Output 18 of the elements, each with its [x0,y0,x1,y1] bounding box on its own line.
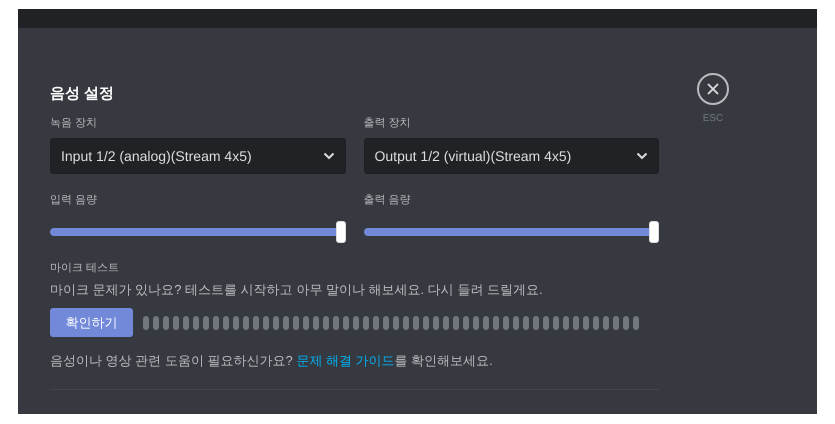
field-label: 녹음 장치 [50,116,98,130]
troubleshooting-link[interactable]: 문제 해결 가이드 [296,353,395,368]
device-dropdown[interactable]: Input 1/2 (analog)(Stream 4x5) [50,138,346,174]
chevron-down-icon [636,152,648,160]
field-label: 출력 장치 [364,116,412,130]
help-text: 음성이나 영상 관련 도움이 필요하신가요? 문제 해결 가이드를 확인해보세요. [50,352,494,370]
section-title: 음성 설정 [50,84,116,104]
esc-label: ESC [702,112,724,126]
slider-handle[interactable] [649,221,659,243]
chevron-down-icon [322,152,334,160]
slider-handle[interactable] [336,221,346,243]
close-button[interactable] [697,73,729,105]
field-label: 입력 음량 [50,193,98,207]
field-label: 마이크 테스트 [50,261,120,275]
field-label: 출력 음량 [364,193,412,207]
device-dropdown[interactable]: Output 1/2 (virtual)(Stream 4x5) [364,138,659,174]
mic-test-description: 마이크 문제가 있나요? 테스트를 시작하고 아무 말이나 해보세요. 다시 들려 드릴게요. [50,281,544,299]
close-icon [707,83,719,95]
